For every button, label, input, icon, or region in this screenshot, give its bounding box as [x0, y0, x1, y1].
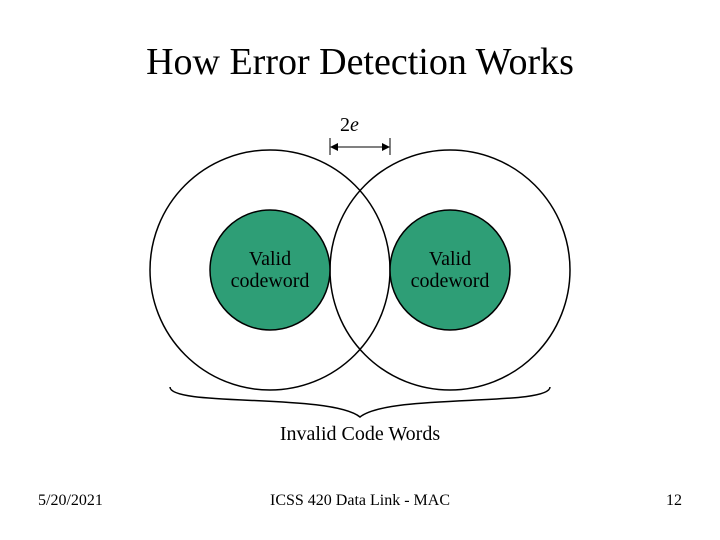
left-codeword-label-line2: codeword: [231, 270, 310, 292]
left-codeword-label-line1: Valid: [249, 248, 291, 270]
brace-icon: [130, 385, 590, 425]
distance-var: e: [350, 114, 359, 136]
slide: How Error Detection Works 2e Valid codew…: [0, 0, 720, 540]
right-codeword-label-line1: Valid: [429, 248, 471, 270]
slide-title: How Error Detection Works: [0, 40, 720, 84]
dimension-arrow-right: [382, 143, 390, 151]
footer-page-number: 12: [666, 492, 682, 510]
venn-diagram: Valid codeword Valid codeword: [130, 135, 590, 395]
dimension-arrow-left: [330, 143, 338, 151]
distance-label: 2e: [340, 114, 359, 137]
right-codeword-label-line2: codeword: [411, 270, 490, 292]
footer-course: ICSS 420 Data Link - MAC: [0, 492, 720, 510]
distance-coeff: 2: [340, 114, 350, 136]
invalid-codewords-label: Invalid Code Words: [0, 423, 720, 446]
